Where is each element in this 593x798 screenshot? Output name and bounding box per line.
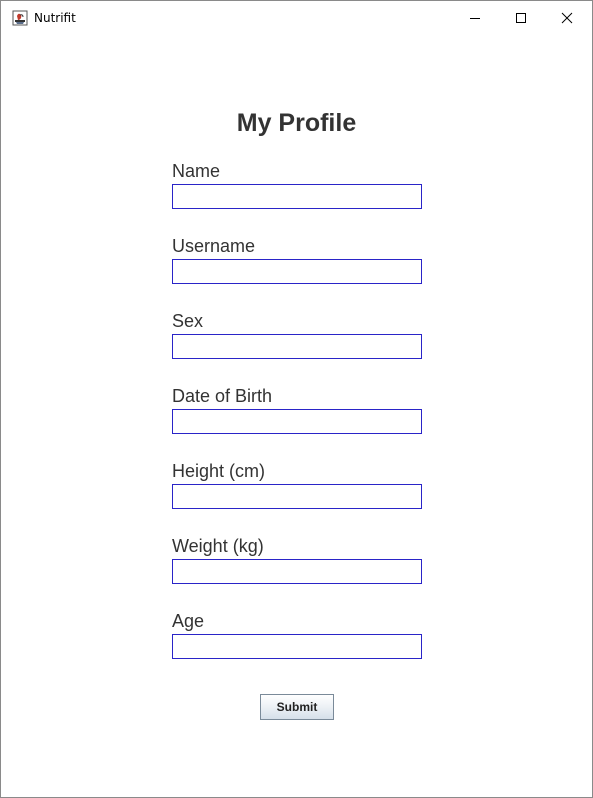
page-title: My Profile [236, 109, 357, 137]
age-label: Age [172, 611, 205, 631]
username-field[interactable] [172, 259, 422, 284]
age-field[interactable] [172, 634, 422, 659]
submit-button[interactable]: Submit [260, 694, 334, 720]
weight-label: Weight (kg) [172, 536, 264, 556]
date-of-birth-field[interactable] [172, 409, 422, 434]
height-label: Height (cm) [172, 461, 266, 481]
minimize-icon [470, 17, 480, 19]
name-label: Name [172, 161, 221, 181]
app-window: Nutrifit My Profile Name Username Sex Da… [0, 0, 593, 798]
maximize-button[interactable] [498, 1, 544, 34]
sex-label: Sex [172, 311, 204, 331]
weight-field[interactable] [172, 559, 422, 584]
close-icon [561, 12, 573, 23]
java-coffee-icon [12, 10, 28, 26]
name-field[interactable] [172, 184, 422, 209]
close-button[interactable] [544, 1, 590, 34]
window-title: Nutrifit [34, 11, 76, 25]
title-bar[interactable]: Nutrifit [1, 1, 592, 34]
username-label: Username [172, 236, 256, 256]
height-field[interactable] [172, 484, 422, 509]
date-of-birth-label: Date of Birth [172, 386, 273, 406]
maximize-icon [516, 12, 526, 23]
minimize-button[interactable] [452, 1, 498, 34]
sex-field[interactable] [172, 334, 422, 359]
